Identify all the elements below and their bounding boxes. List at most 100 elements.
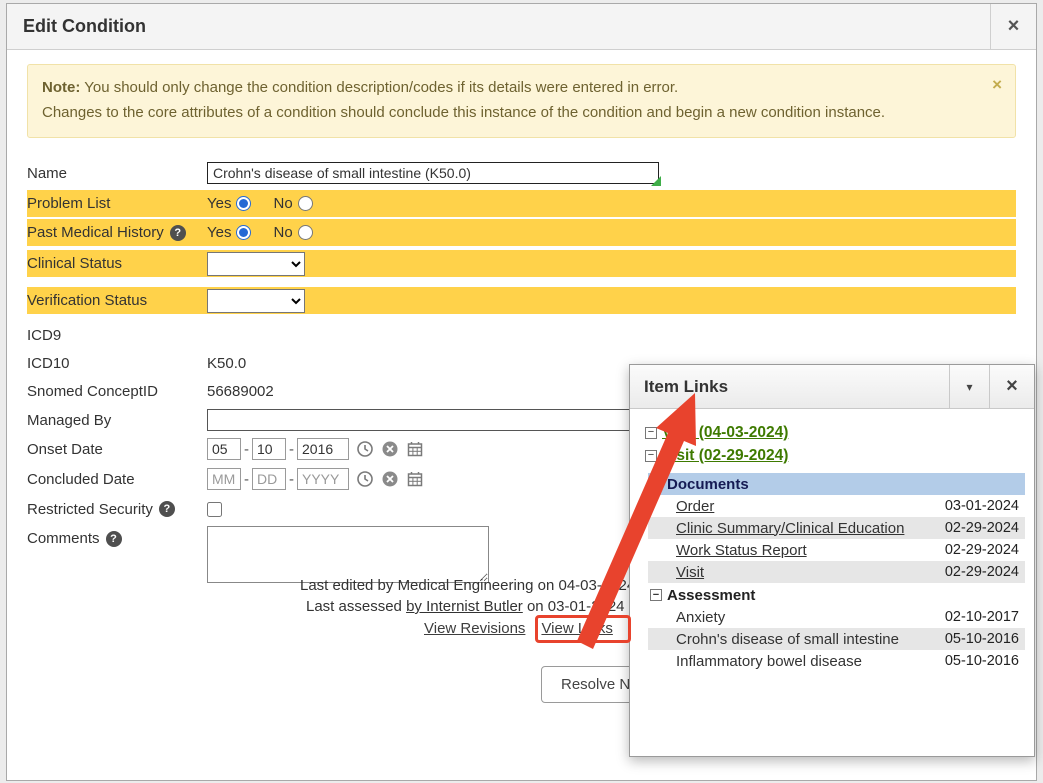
resize-grip-icon[interactable] xyxy=(651,176,661,186)
document-row: Work Status Report 02-29-2024 xyxy=(648,539,1025,561)
assessment-label: Crohn's disease of small intestine xyxy=(676,631,945,648)
visit-link[interactable]: Visit (02-29-2024) xyxy=(662,447,788,465)
collapse-icon[interactable]: − xyxy=(650,478,662,490)
item-links-popup: Item Links ▾ × − Visit (04-03-2024) − Vi… xyxy=(629,364,1035,757)
past-medical-history-row: Past Medical History ? Yes No xyxy=(27,219,1016,246)
calendar-icon[interactable] xyxy=(406,470,424,488)
view-revisions-link[interactable]: View Revisions xyxy=(424,620,525,637)
clear-date-icon[interactable] xyxy=(381,470,399,488)
pmh-yes-label: Yes xyxy=(207,224,231,241)
item-links-title: Item Links xyxy=(630,365,949,408)
help-icon[interactable]: ? xyxy=(170,225,186,241)
verification-status-select[interactable] xyxy=(207,289,305,313)
document-link[interactable]: Order xyxy=(676,498,945,515)
icd9-label: ICD9 xyxy=(27,327,61,344)
last-assessed-prefix: Last assessed xyxy=(306,598,406,615)
document-link[interactable]: Visit xyxy=(676,564,945,581)
help-icon[interactable]: ? xyxy=(106,531,122,547)
footer-links: View Revisions View Links xyxy=(424,620,613,637)
document-row: Visit 02-29-2024 xyxy=(648,561,1025,583)
date-separator: - xyxy=(244,441,249,458)
date-separator: - xyxy=(244,471,249,488)
concluded-year-input[interactable] xyxy=(297,468,349,490)
item-links-body: − Visit (04-03-2024) − Visit (02-29-2024… xyxy=(630,409,1034,672)
document-date: 03-01-2024 xyxy=(945,498,1019,514)
document-date: 02-29-2024 xyxy=(945,564,1019,580)
calendar-icon[interactable] xyxy=(406,440,424,458)
document-row: Clinic Summary/Clinical Education 02-29-… xyxy=(648,517,1025,539)
assessment-date: 05-10-2016 xyxy=(945,653,1019,669)
note-text-1: You should only change the condition des… xyxy=(84,79,678,96)
dialog-close-icon[interactable]: × xyxy=(990,4,1036,49)
last-edited-text: Last edited by Medical Engineering on 04… xyxy=(300,577,635,594)
onset-day-input[interactable] xyxy=(252,438,286,460)
assessment-label: Anxiety xyxy=(676,609,945,626)
clinical-status-row: Clinical Status xyxy=(27,250,1016,277)
view-links-link[interactable]: View Links xyxy=(541,620,612,637)
concluded-date-label: Concluded Date xyxy=(27,471,135,488)
assessment-row: Crohn's disease of small intestine 05-10… xyxy=(648,628,1025,650)
item-links-header: Item Links ▾ × xyxy=(630,365,1034,409)
onset-year-input[interactable] xyxy=(297,438,349,460)
last-assessed-suffix: on 03-01-2024 xyxy=(523,598,625,615)
restricted-security-checkbox[interactable] xyxy=(207,502,222,517)
note-label: Note: xyxy=(42,79,80,96)
problem-list-row: Problem List Yes No xyxy=(27,190,1016,217)
visit-link[interactable]: Visit (04-03-2024) xyxy=(662,424,788,442)
collapse-icon[interactable]: − xyxy=(650,589,662,601)
onset-month-input[interactable] xyxy=(207,438,241,460)
pmh-no-label: No xyxy=(273,224,292,241)
concluded-day-input[interactable] xyxy=(252,468,286,490)
concluded-month-input[interactable] xyxy=(207,468,241,490)
help-icon[interactable]: ? xyxy=(159,501,175,517)
pmh-yes-radio[interactable] xyxy=(236,225,251,240)
dialog-header: Edit Condition × xyxy=(7,4,1036,50)
name-label: Name xyxy=(27,165,67,182)
assessment-date: 02-10-2017 xyxy=(945,609,1019,625)
name-row: Name xyxy=(27,158,1016,188)
collapse-icon[interactable]: − xyxy=(645,427,657,439)
date-separator: - xyxy=(289,471,294,488)
problem-list-label: Problem List xyxy=(27,195,110,212)
managed-by-input[interactable] xyxy=(207,409,643,431)
problem-list-no-radio[interactable] xyxy=(298,196,313,211)
collapse-icon[interactable]: − xyxy=(645,450,657,462)
past-medical-history-label: Past Medical History xyxy=(27,224,164,241)
note-line-1: Note: You should only change the conditi… xyxy=(42,75,971,100)
assessment-row: Inflammatory bowel disease 05-10-2016 xyxy=(648,650,1025,672)
documents-section-header: − Documents xyxy=(648,473,1025,495)
snomed-label: Snomed ConceptID xyxy=(27,383,158,400)
document-row: Order 03-01-2024 xyxy=(648,495,1025,517)
document-date: 02-29-2024 xyxy=(945,520,1019,536)
assessment-row: Anxiety 02-10-2017 xyxy=(648,606,1025,628)
snomed-value: 56689002 xyxy=(207,383,274,400)
clear-date-icon[interactable] xyxy=(381,440,399,458)
assessment-section-header: − Assessment xyxy=(648,584,1025,606)
verification-status-label: Verification Status xyxy=(27,292,147,309)
clinical-status-select[interactable] xyxy=(207,252,305,276)
note-close-icon[interactable]: × xyxy=(992,72,1002,97)
comments-label: Comments xyxy=(27,530,100,547)
icd10-label: ICD10 xyxy=(27,355,70,372)
problem-list-yes-radio[interactable] xyxy=(236,196,251,211)
document-date: 02-29-2024 xyxy=(945,542,1019,558)
assessment-label: Inflammatory bowel disease xyxy=(676,653,945,670)
assessed-by-link[interactable]: by Internist Butler xyxy=(406,598,523,615)
note-text-2: Changes to the core attributes of a cond… xyxy=(42,100,971,125)
dialog-title: Edit Condition xyxy=(7,4,990,49)
assessment-date: 05-10-2016 xyxy=(945,631,1019,647)
clock-icon[interactable] xyxy=(356,440,374,458)
comments-textarea[interactable] xyxy=(207,526,489,583)
pmh-no-radio[interactable] xyxy=(298,225,313,240)
problem-list-no-label: No xyxy=(273,195,292,212)
document-link[interactable]: Work Status Report xyxy=(676,542,945,559)
problem-list-yes-label: Yes xyxy=(207,195,231,212)
popup-close-icon[interactable]: × xyxy=(989,365,1034,408)
clock-icon[interactable] xyxy=(356,470,374,488)
warning-note: × Note: You should only change the condi… xyxy=(27,64,1016,138)
icd9-row: ICD9 xyxy=(27,322,1016,348)
name-input[interactable] xyxy=(207,162,659,184)
chevron-down-icon[interactable]: ▾ xyxy=(949,365,989,408)
section-label: Documents xyxy=(667,476,749,493)
document-link[interactable]: Clinic Summary/Clinical Education xyxy=(676,520,945,537)
